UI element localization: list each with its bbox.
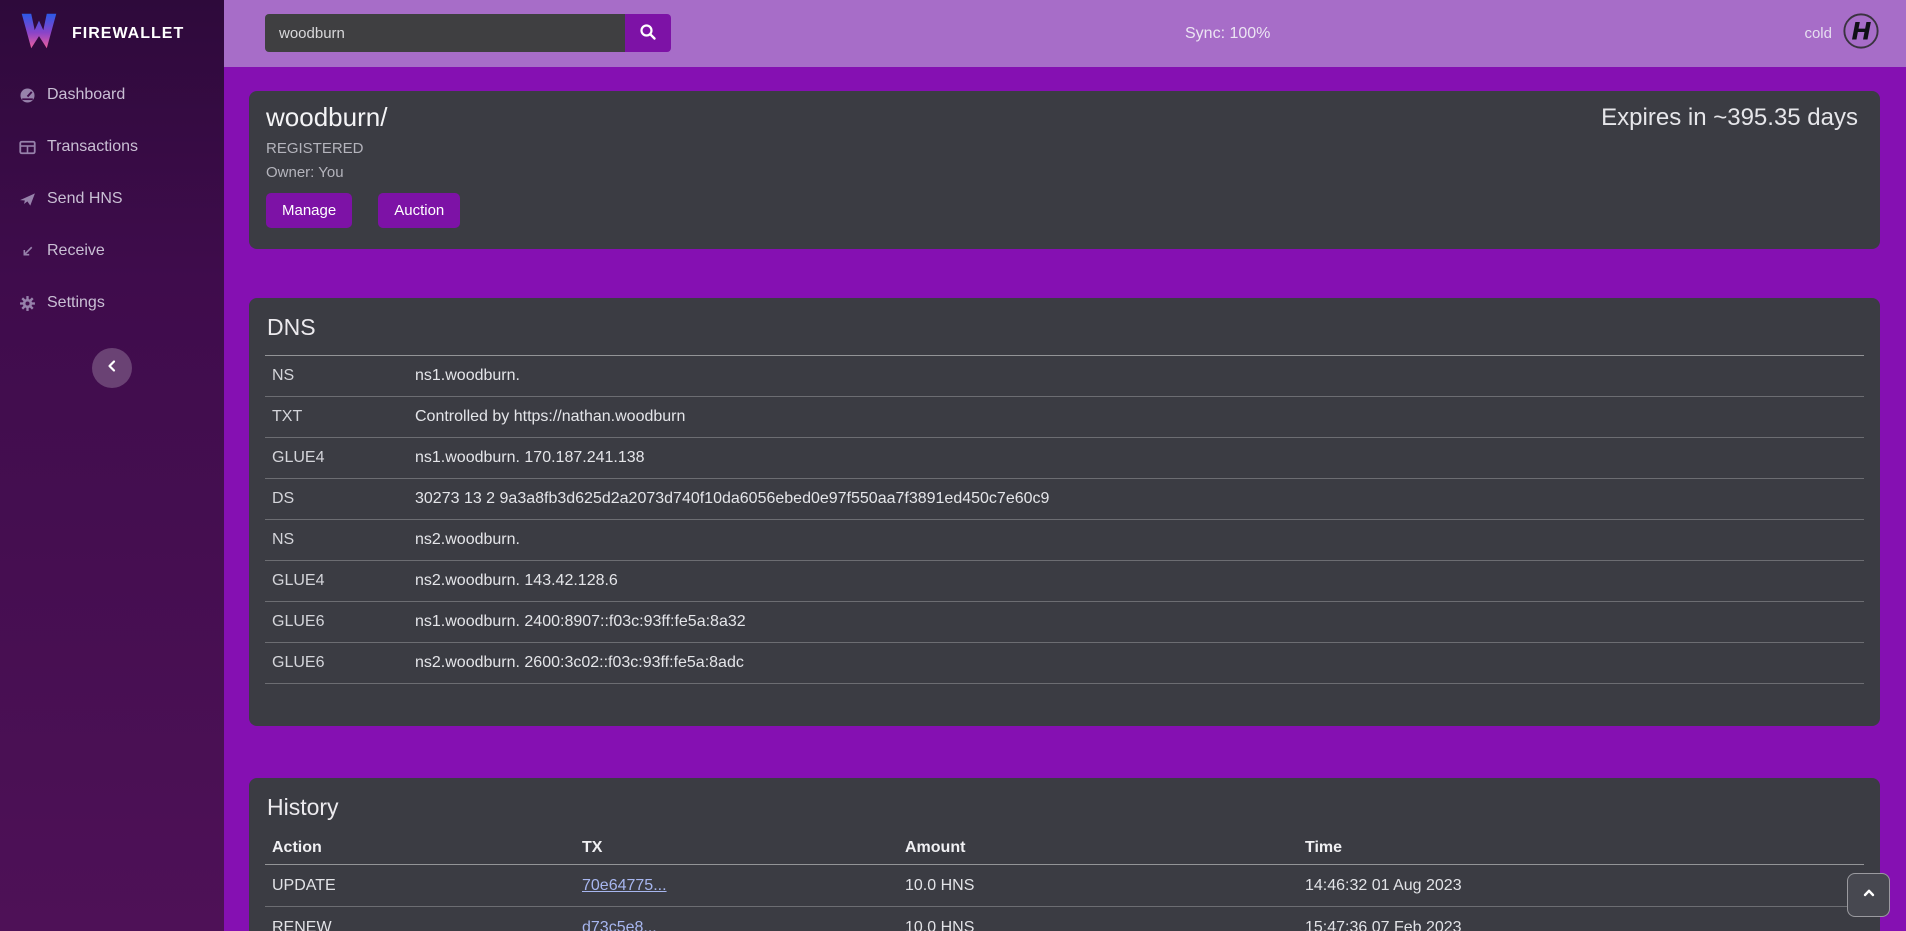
gauge-icon xyxy=(19,87,36,104)
domain-owner: Owner: You xyxy=(266,164,1860,181)
handshake-icon: H xyxy=(1842,12,1880,55)
dns-record-type: NS xyxy=(265,531,415,549)
sidebar-nav: Dashboard Transactions Send HNS Receive xyxy=(0,67,224,329)
svg-text:H: H xyxy=(1852,18,1872,46)
history-time: 14:46:32 01 Aug 2023 xyxy=(1298,877,1864,895)
history-amount: 10.0 HNS xyxy=(898,877,1298,895)
history-time: 15:47:36 07 Feb 2023 xyxy=(1298,919,1864,931)
dns-record-row: DS 30273 13 2 9a3a8fb3d625d2a2073d740f10… xyxy=(265,479,1864,520)
wallet-selector[interactable]: cold H xyxy=(1804,0,1880,67)
dns-record-value: Controlled by https://nathan.woodburn xyxy=(415,408,685,426)
auction-button[interactable]: Auction xyxy=(378,193,460,228)
history-row: RENEW d73c5e8... 10.0 HNS 15:47:36 07 Fe… xyxy=(265,907,1864,931)
firewallet-logo-icon xyxy=(18,12,60,55)
column-header-time: Time xyxy=(1298,839,1864,857)
dns-record-value: ns1.woodburn. 170.187.241.138 xyxy=(415,449,645,467)
dns-record-row: GLUE6 ns1.woodburn. 2400:8907::f03c:93ff… xyxy=(265,602,1864,643)
table-icon xyxy=(19,139,36,156)
dns-record-value: ns1.woodburn. 2400:8907::f03c:93ff:fe5a:… xyxy=(415,613,746,631)
brand-header: FIREWALLET xyxy=(0,0,224,67)
column-header-amount: Amount xyxy=(898,839,1298,857)
dns-record-row: GLUE4 ns1.woodburn. 170.187.241.138 xyxy=(265,438,1864,479)
dns-record-row: NS ns1.woodburn. xyxy=(265,356,1864,397)
sidebar-item-settings[interactable]: Settings xyxy=(0,277,224,329)
dns-record-type: NS xyxy=(265,367,415,385)
manage-button[interactable]: Manage xyxy=(266,193,352,228)
dns-record-row: NS ns2.woodburn. xyxy=(265,520,1864,561)
brand-name: FIREWALLET xyxy=(72,25,184,43)
search-input[interactable] xyxy=(265,14,625,52)
sidebar-item-label: Receive xyxy=(47,242,105,260)
dns-record-row: TXT Controlled by https://nathan.woodbur… xyxy=(265,397,1864,438)
dns-record-value: ns2.woodburn. 2600:3c02::f03c:93ff:fe5a:… xyxy=(415,654,744,672)
history-header-row: Action TX Amount Time xyxy=(265,831,1864,865)
dns-record-type: TXT xyxy=(265,408,415,426)
domain-card: woodburn/ REGISTERED Owner: You Manage A… xyxy=(249,91,1880,249)
dns-record-type: GLUE4 xyxy=(265,449,415,467)
sidebar-collapse-button[interactable] xyxy=(92,348,132,388)
search-bar xyxy=(265,14,671,52)
topbar: Sync: 100% cold H xyxy=(224,0,1906,67)
tx-link[interactable]: 70e64775... xyxy=(582,877,667,894)
column-header-tx: TX xyxy=(575,839,898,857)
dns-record-value: ns2.woodburn. xyxy=(415,531,520,549)
domain-status: REGISTERED xyxy=(266,140,1860,157)
history-action: RENEW xyxy=(265,919,575,931)
scroll-to-top-button[interactable] xyxy=(1847,873,1890,917)
sidebar-item-transactions[interactable]: Transactions xyxy=(0,121,224,173)
sidebar-item-label: Transactions xyxy=(47,138,138,156)
sidebar-item-label: Dashboard xyxy=(47,86,125,104)
dns-record-value: ns2.woodburn. 143.42.128.6 xyxy=(415,572,618,590)
gear-icon xyxy=(19,295,36,312)
dns-record-type: GLUE4 xyxy=(265,572,415,590)
sync-status: Sync: 100% xyxy=(1185,0,1270,67)
sidebar-item-label: Send HNS xyxy=(47,190,123,208)
wallet-name: cold xyxy=(1804,25,1832,42)
search-button[interactable] xyxy=(625,14,671,52)
dns-record-value: 30273 13 2 9a3a8fb3d625d2a2073d740f10da6… xyxy=(415,490,1049,508)
sidebar-item-label: Settings xyxy=(47,294,105,312)
history-amount: 10.0 HNS xyxy=(898,919,1298,931)
expiry-label: Expires in ~395.35 days xyxy=(1601,104,1858,132)
dns-card: DNS NS ns1.woodburn. TXT Controlled by h… xyxy=(249,298,1880,726)
dns-table: NS ns1.woodburn. TXT Controlled by https… xyxy=(265,355,1864,684)
send-icon xyxy=(19,191,36,208)
history-card: History Action TX Amount Time UPDATE 70e… xyxy=(249,778,1880,931)
history-card-title: History xyxy=(265,778,1864,831)
tx-link[interactable]: d73c5e8... xyxy=(582,919,657,931)
sidebar-item-receive[interactable]: Receive xyxy=(0,225,224,277)
history-row: UPDATE 70e64775... 10.0 HNS 14:46:32 01 … xyxy=(265,865,1864,907)
dns-card-title: DNS xyxy=(265,298,1864,355)
dns-record-row: GLUE4 ns2.woodburn. 143.42.128.6 xyxy=(265,561,1864,602)
dns-record-type: GLUE6 xyxy=(265,613,415,631)
column-header-action: Action xyxy=(265,839,575,857)
sidebar-item-send-hns[interactable]: Send HNS xyxy=(0,173,224,225)
dns-record-type: DS xyxy=(265,490,415,508)
sidebar-item-dashboard[interactable]: Dashboard xyxy=(0,69,224,121)
dns-record-value: ns1.woodburn. xyxy=(415,367,520,385)
dns-record-type: GLUE6 xyxy=(265,654,415,672)
sidebar: FIREWALLET Dashboard Transactions Send H… xyxy=(0,0,224,931)
chevron-left-icon xyxy=(105,359,119,378)
history-table: Action TX Amount Time UPDATE 70e64775...… xyxy=(265,831,1864,931)
history-action: UPDATE xyxy=(265,877,575,895)
dns-record-row: GLUE6 ns2.woodburn. 2600:3c02::f03c:93ff… xyxy=(265,643,1864,684)
receive-icon xyxy=(19,243,36,260)
chevron-up-icon xyxy=(1861,885,1877,906)
search-icon xyxy=(639,23,657,44)
